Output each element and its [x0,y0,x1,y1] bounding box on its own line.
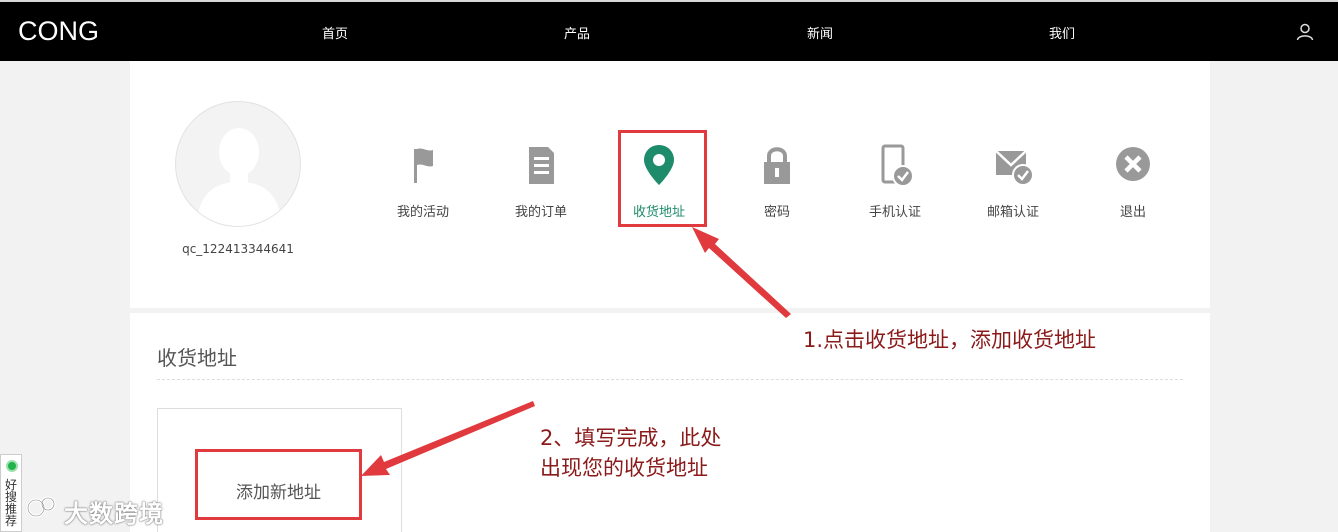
flag-icon [414,148,433,183]
watermark-logo-icon [26,496,56,518]
menu-phone-verification[interactable]: 手机认证 [850,143,940,220]
nav-news[interactable]: 新闻 [807,23,833,42]
menu-label: 我的订单 [514,205,567,220]
annotation-step2-line2: 出现您的收货地址 [540,456,708,480]
top-navigation-bar: CONG 首页 产品 新闻 我们 [0,0,1338,61]
divider [157,379,1183,380]
menu-label: 密码 [763,205,790,220]
menu-label: 我的活动 [396,205,449,220]
menu-password[interactable]: 密码 [732,143,822,220]
side-widget-label: 好搜推荐 [5,478,18,528]
annotation-step1: 1.点击收货地址，添加收货地址 [803,328,1097,352]
annotation-step2-line1: 2、填写完成，此处 [540,426,722,450]
avatar[interactable] [175,101,301,227]
menu-email-verification[interactable]: 邮箱认证 [968,143,1058,220]
menu-my-activity[interactable]: 我的活动 [378,143,468,220]
highlight-box-shipping-address [618,130,707,227]
side-recommend-widget[interactable]: 好搜推荐 [0,454,22,532]
watermark-text: 大数跨境 [64,500,164,528]
user-icon[interactable] [1296,23,1314,41]
nav-products[interactable]: 产品 [564,23,590,42]
highlight-box-add-address [195,449,362,520]
nav-home[interactable]: 首页 [322,23,348,42]
nav-about[interactable]: 我们 [1049,23,1075,42]
menu-label: 手机认证 [868,205,921,220]
lock-icon [764,147,790,184]
status-dot-icon [6,460,18,472]
menu-label: 邮箱认证 [986,205,1039,220]
menu-logout[interactable]: 退出 [1088,143,1178,220]
menu-label: 退出 [1119,205,1146,220]
email-verified-icon [995,150,1033,186]
brand-logo[interactable]: CONG [18,16,99,47]
phone-verified-icon [881,144,914,187]
close-circle-icon [1116,147,1150,181]
default-avatar-icon [196,128,282,226]
username: qc_122413344641 [182,242,294,256]
section-title: 收货地址 [157,346,237,370]
document-icon [529,147,554,184]
menu-my-orders[interactable]: 我的订单 [496,143,586,220]
